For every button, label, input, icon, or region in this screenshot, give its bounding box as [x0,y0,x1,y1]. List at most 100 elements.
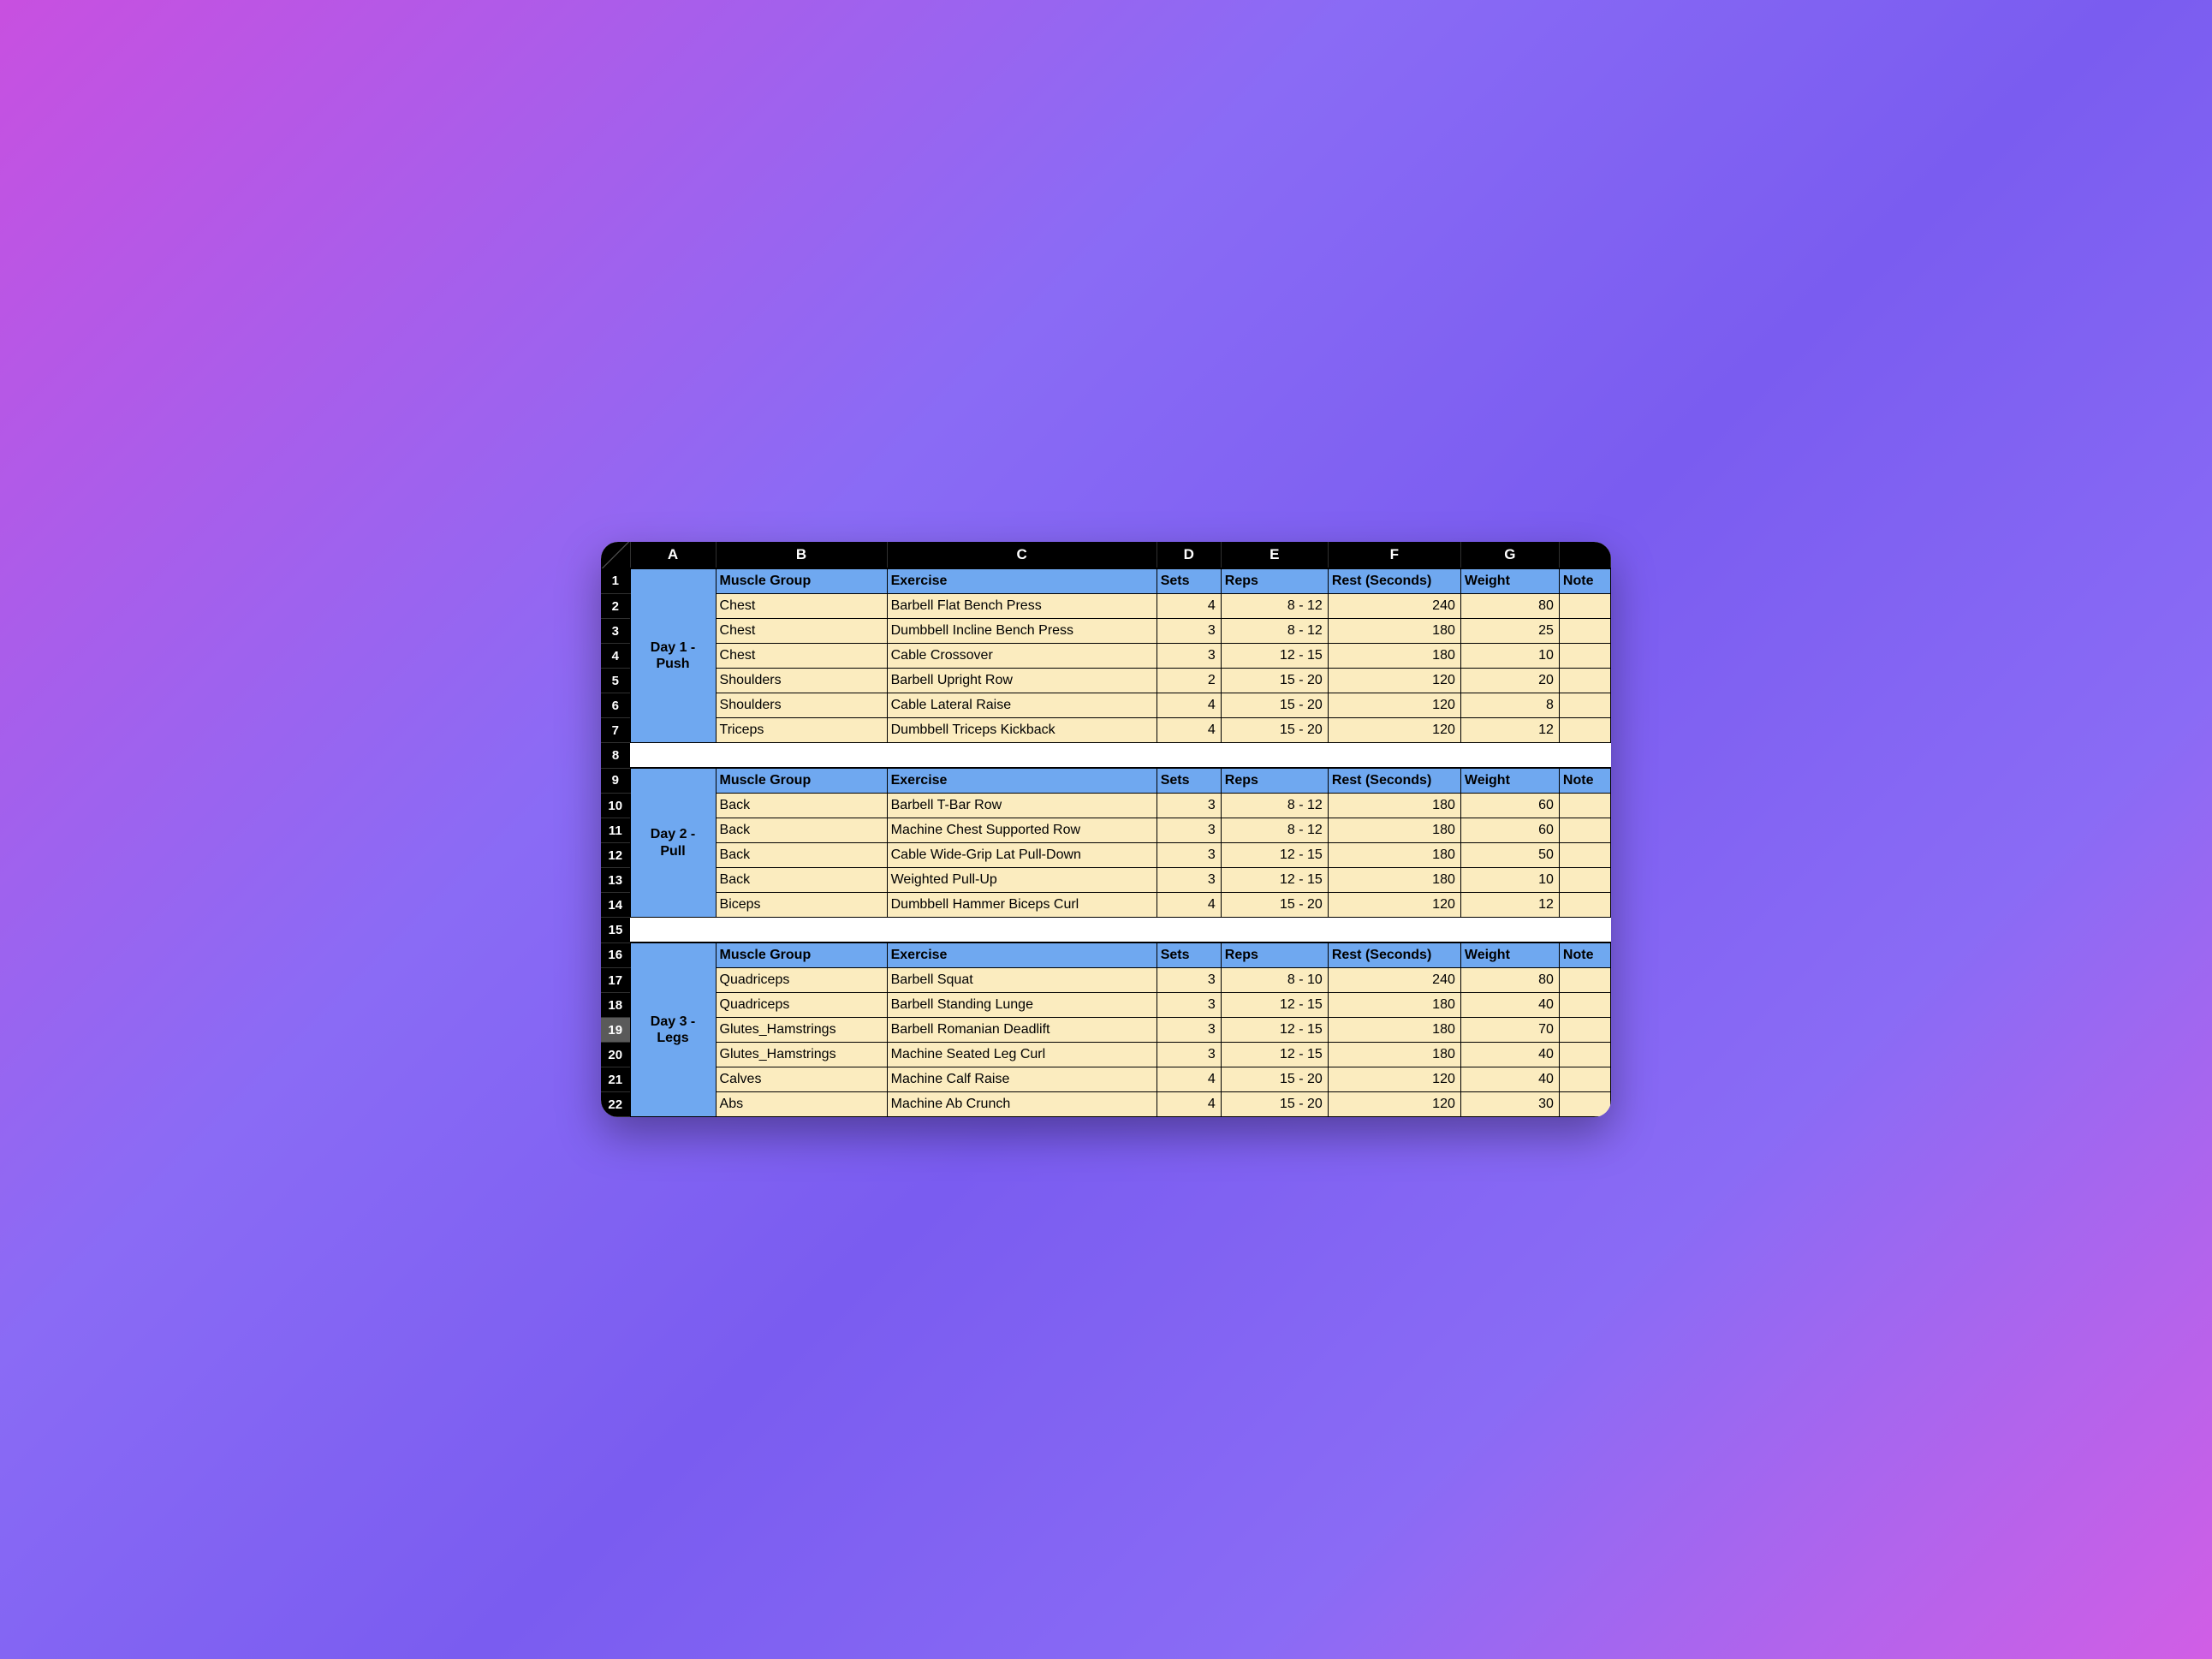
header-note[interactable]: Note [1559,768,1610,794]
row-number[interactable]: 4 [601,644,630,669]
cell-sets[interactable]: 3 [1157,868,1221,893]
cell-exercise[interactable]: Machine Calf Raise [887,1067,1157,1092]
cell-muscle[interactable]: Abs [716,1092,887,1117]
cell-rest[interactable]: 120 [1328,669,1460,693]
header-rest[interactable]: Rest (Seconds) [1328,568,1460,594]
row-number[interactable]: 21 [601,1067,630,1092]
empty-cell[interactable] [1460,743,1559,769]
cell-reps[interactable]: 15 - 20 [1221,893,1328,918]
day-label[interactable]: Day 3 -Legs [630,942,716,1117]
cell-note[interactable] [1559,594,1610,619]
cell-exercise[interactable]: Weighted Pull-Up [887,868,1157,893]
cell-reps[interactable]: 12 - 15 [1221,993,1328,1018]
row-number[interactable]: 14 [601,893,630,918]
header-sets[interactable]: Sets [1157,942,1221,968]
header-note[interactable]: Note [1559,568,1610,594]
row-number[interactable]: 5 [601,669,630,693]
cell-rest[interactable]: 180 [1328,993,1460,1018]
cell-exercise[interactable]: Dumbbell Incline Bench Press [887,619,1157,644]
cell-sets[interactable]: 3 [1157,818,1221,843]
cell-exercise[interactable]: Barbell Squat [887,968,1157,993]
column-header[interactable]: C [887,542,1157,568]
row-number[interactable]: 8 [601,743,630,769]
cell-muscle[interactable]: Chest [716,619,887,644]
header-exercise[interactable]: Exercise [887,942,1157,968]
column-header[interactable]: B [716,542,887,568]
cell-exercise[interactable]: Machine Seated Leg Curl [887,1043,1157,1067]
cell-sets[interactable]: 4 [1157,594,1221,619]
column-header[interactable]: A [630,542,716,568]
cell-sets[interactable]: 2 [1157,669,1221,693]
cell-note[interactable] [1559,1018,1610,1043]
cell-muscle[interactable]: Calves [716,1067,887,1092]
row-number[interactable]: 22 [601,1092,630,1117]
cell-reps[interactable]: 8 - 10 [1221,968,1328,993]
cell-weight[interactable]: 80 [1460,594,1559,619]
cell-rest[interactable]: 120 [1328,1092,1460,1117]
cell-muscle[interactable]: Back [716,794,887,818]
cell-reps[interactable]: 8 - 12 [1221,818,1328,843]
cell-sets[interactable]: 3 [1157,794,1221,818]
row-number[interactable]: 15 [601,918,630,943]
cell-note[interactable] [1559,868,1610,893]
empty-cell[interactable] [1328,918,1460,943]
row-number[interactable]: 6 [601,693,630,718]
cell-sets[interactable]: 4 [1157,1067,1221,1092]
cell-note[interactable] [1559,669,1610,693]
cell-exercise[interactable]: Machine Ab Crunch [887,1092,1157,1117]
cell-rest[interactable]: 180 [1328,794,1460,818]
cell-note[interactable] [1559,1092,1610,1117]
cell-note[interactable] [1559,843,1610,868]
cell-rest[interactable]: 240 [1328,594,1460,619]
cell-rest[interactable]: 120 [1328,1067,1460,1092]
header-reps[interactable]: Reps [1221,942,1328,968]
cell-reps[interactable]: 12 - 15 [1221,1043,1328,1067]
cell-weight[interactable]: 20 [1460,669,1559,693]
empty-cell[interactable] [1221,743,1328,769]
header-sets[interactable]: Sets [1157,768,1221,794]
empty-cell[interactable] [1559,918,1610,943]
column-header[interactable]: G [1460,542,1559,568]
cell-reps[interactable]: 12 - 15 [1221,1018,1328,1043]
day-label[interactable]: Day 1 -Push [630,568,716,743]
cell-weight[interactable]: 40 [1460,1067,1559,1092]
row-number[interactable]: 20 [601,1043,630,1067]
cell-exercise[interactable]: Barbell Upright Row [887,669,1157,693]
cell-rest[interactable]: 120 [1328,693,1460,718]
empty-cell[interactable] [716,743,887,769]
column-header[interactable]: F [1328,542,1460,568]
empty-cell[interactable] [1460,918,1559,943]
cell-muscle[interactable]: Biceps [716,893,887,918]
row-number[interactable]: 12 [601,843,630,868]
cell-rest[interactable]: 180 [1328,868,1460,893]
cell-reps[interactable]: 8 - 12 [1221,619,1328,644]
header-exercise[interactable]: Exercise [887,768,1157,794]
cell-weight[interactable]: 70 [1460,1018,1559,1043]
cell-rest[interactable]: 180 [1328,619,1460,644]
cell-sets[interactable]: 3 [1157,993,1221,1018]
column-header[interactable]: E [1221,542,1328,568]
cell-muscle[interactable]: Quadriceps [716,993,887,1018]
cell-muscle[interactable]: Chest [716,644,887,669]
cell-note[interactable] [1559,619,1610,644]
cell-rest[interactable]: 180 [1328,644,1460,669]
header-muscle[interactable]: Muscle Group [716,568,887,594]
cell-note[interactable] [1559,893,1610,918]
row-number[interactable]: 11 [601,818,630,843]
cell-sets[interactable]: 3 [1157,644,1221,669]
cell-sets[interactable]: 3 [1157,968,1221,993]
cell-sets[interactable]: 4 [1157,693,1221,718]
cell-reps[interactable]: 8 - 12 [1221,594,1328,619]
cell-weight[interactable]: 25 [1460,619,1559,644]
cell-rest[interactable]: 180 [1328,843,1460,868]
header-rest[interactable]: Rest (Seconds) [1328,768,1460,794]
cell-weight[interactable]: 30 [1460,1092,1559,1117]
cell-rest[interactable]: 180 [1328,818,1460,843]
empty-cell[interactable] [887,918,1157,943]
cell-weight[interactable]: 12 [1460,893,1559,918]
empty-cell[interactable] [630,743,716,769]
cell-sets[interactable]: 3 [1157,1018,1221,1043]
cell-weight[interactable]: 8 [1460,693,1559,718]
cell-reps[interactable]: 12 - 15 [1221,868,1328,893]
cell-sets[interactable]: 3 [1157,1043,1221,1067]
